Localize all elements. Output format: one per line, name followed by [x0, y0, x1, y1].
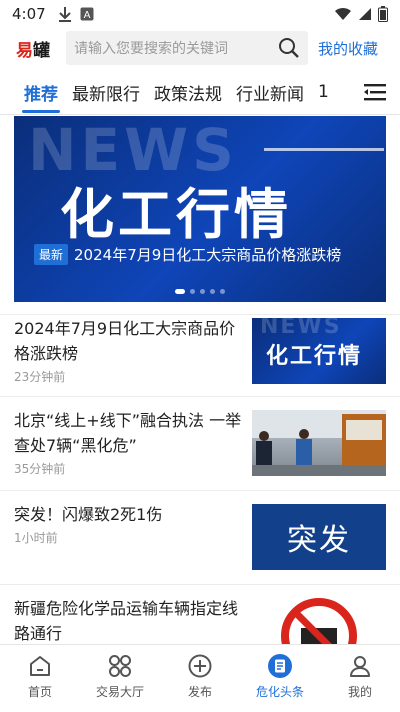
news-thumbnail — [252, 410, 386, 476]
tab-latest-restrictions[interactable]: 最新限行 — [72, 80, 140, 105]
tab-recommended[interactable]: 推荐 — [22, 80, 60, 113]
carousel-dots — [14, 289, 386, 294]
thumb-text: 突发 — [287, 523, 351, 558]
nav-label: 首页 — [27, 685, 52, 699]
nav-hazchem-headlines[interactable]: 危化头条 — [240, 645, 320, 712]
tabs-divider — [0, 114, 400, 115]
carousel-dot[interactable] — [200, 289, 205, 294]
category-tabs: 推荐 最新限行 政策法规 行业新闻 1 — [0, 72, 400, 113]
nav-label: 我的 — [347, 685, 372, 699]
news-time: 35分钟前 — [14, 462, 66, 476]
no-hazmat-sign-icon — [281, 598, 357, 644]
news-title: 2024年7月9日化工大宗商品价格涨跌榜 — [14, 319, 236, 363]
list-item[interactable]: 北京“线上+线下”融合执法 一举查处7辆“黑化危” 35分钟前 — [14, 408, 386, 477]
list-item[interactable]: 突发！闪爆致2死1伤 1小时前 突发 — [14, 502, 386, 570]
nav-trading-hall[interactable]: 交易大厅 — [80, 645, 160, 712]
carousel-dot[interactable] — [190, 289, 195, 294]
carousel-dot[interactable] — [210, 289, 215, 294]
news-thumbnail: NEWS 化工行情 — [252, 318, 386, 384]
nav-label: 发布 — [187, 685, 212, 699]
top-header: 易罐 请输入您要搜索的关键词 我的收藏 — [0, 28, 400, 68]
nav-mine[interactable]: 我的 — [320, 645, 400, 712]
signal-icon — [359, 8, 371, 20]
nav-label: 危化头条 — [255, 685, 304, 699]
home-icon — [30, 656, 50, 676]
banner-caption: 最新 2024年7月9日化工大宗商品价格涨跌榜 — [34, 244, 341, 265]
news-doc-icon — [268, 654, 292, 678]
logo-part-b: 罐 — [33, 40, 50, 61]
menu-icon[interactable] — [364, 82, 386, 102]
nav-label: 交易大厅 — [95, 685, 144, 699]
banner-headline: 化工行情 — [60, 183, 292, 246]
nav-publish[interactable]: 发布 — [160, 645, 240, 712]
user-icon — [350, 656, 370, 677]
status-time: 4:07 — [12, 5, 46, 23]
list-item[interactable]: 2024年7月9日化工大宗商品价格涨跌榜 23分钟前 NEWS 化工行情 — [14, 316, 386, 385]
thumb-ghost-text: NEWS — [260, 318, 342, 339]
tab-overflow[interactable]: 1 — [318, 82, 329, 102]
list-item[interactable]: 新疆危险化学品运输车辆指定线路通行 — [14, 596, 386, 646]
news-title: 突发！闪爆致2死1伤 — [14, 505, 163, 524]
news-title: 新疆危险化学品运输车辆指定线路通行 — [14, 599, 239, 643]
list-separator — [0, 490, 400, 491]
carousel-dot[interactable] — [220, 289, 225, 294]
list-separator — [0, 314, 400, 315]
svg-text:A: A — [83, 10, 90, 21]
bottom-nav: 首页 交易大厅 发布 危化头条 我的 — [0, 644, 400, 712]
photo-scene — [252, 410, 386, 476]
plus-circle-icon — [188, 654, 212, 678]
nav-home[interactable]: 首页 — [0, 645, 80, 712]
news-title: 北京“线上+线下”融合执法 一举查处7辆“黑化危” — [14, 411, 242, 455]
logo-part-a: 易 — [16, 40, 33, 61]
list-separator — [0, 584, 400, 585]
banner-tag: 最新 — [34, 244, 69, 265]
a-icon: A — [80, 7, 94, 21]
search-placeholder: 请输入您要搜索的关键词 — [74, 41, 228, 57]
battery-icon — [378, 6, 388, 22]
app-logo[interactable]: 易罐 — [10, 36, 56, 61]
status-bar: 4:07 A — [0, 0, 400, 28]
search-icon[interactable] — [278, 37, 300, 59]
news-time: 1小时前 — [14, 531, 58, 545]
carousel-banner[interactable]: NEWS 化工行情 最新 2024年7月9日化工大宗商品价格涨跌榜 — [14, 116, 386, 302]
list-separator — [0, 396, 400, 397]
news-thumbnail: 突发 — [252, 504, 386, 570]
search-input[interactable]: 请输入您要搜索的关键词 — [66, 31, 308, 65]
news-thumbnail — [252, 596, 386, 644]
grid-icon — [109, 655, 131, 677]
tab-policy[interactable]: 政策法规 — [154, 80, 222, 105]
thumb-text: 化工行情 — [266, 344, 363, 369]
banner-caption-text: 2024年7月9日化工大宗商品价格涨跌榜 — [74, 246, 342, 264]
wifi-icon — [335, 7, 351, 20]
tab-industry-news[interactable]: 行业新闻 — [236, 80, 304, 105]
favorites-link[interactable]: 我的收藏 — [318, 38, 378, 59]
download-icon — [58, 7, 71, 22]
news-time: 23分钟前 — [14, 370, 66, 384]
banner-decor-bar — [264, 148, 384, 151]
carousel-dot[interactable] — [175, 289, 185, 294]
